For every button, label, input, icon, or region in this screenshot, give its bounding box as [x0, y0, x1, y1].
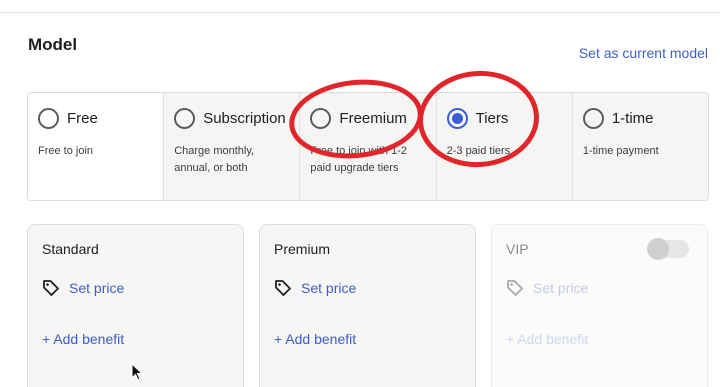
option-description: Free to join with 1-2 paid upgrade tiers [310, 145, 408, 174]
radio-freemium[interactable] [310, 107, 332, 129]
option-label: 1-time [611, 109, 654, 127]
model-options-group: Free Free to join Subscription Charge mo… [27, 92, 709, 201]
section-title: Model [28, 35, 78, 54]
radio-tiers[interactable] [446, 107, 468, 129]
radio-1-time[interactable] [582, 107, 604, 129]
add-benefit-link[interactable]: + Add benefit [274, 331, 461, 347]
tier-name: Premium [274, 241, 331, 257]
option-description: 1-time payment [582, 145, 659, 157]
toggle-knob [647, 238, 669, 260]
model-option-1-time[interactable]: 1-time 1-time payment [572, 93, 708, 200]
tier-name: Standard [42, 241, 99, 257]
option-label: Free [67, 109, 98, 127]
price-tag-icon [43, 280, 59, 296]
add-benefit-link[interactable]: + Add benefit [506, 331, 693, 347]
option-label: Tiers [475, 109, 509, 127]
price-tag-icon [507, 280, 523, 296]
add-benefit-link[interactable]: + Add benefit [42, 331, 229, 347]
option-label: Freemium [339, 109, 407, 127]
set-price-link[interactable]: Set price [301, 280, 356, 296]
option-description: Free to join [38, 145, 94, 157]
radio-free[interactable] [38, 107, 59, 129]
tier-card-vip: VIP Set price + Add benefit [491, 224, 708, 387]
model-option-tiers[interactable]: Tiers 2-3 paid tiers [436, 93, 573, 200]
option-description: Charge monthly, annual, or both [174, 145, 255, 174]
set-as-current-model-link[interactable]: Set as current model [579, 45, 708, 61]
price-tag-icon [275, 280, 291, 296]
top-divider [0, 12, 720, 13]
model-option-freemium[interactable]: Freemium Free to join with 1-2 paid upgr… [300, 93, 437, 200]
option-label: Subscription [203, 109, 286, 127]
tier-card-premium: Premium Set price + Add benefit [259, 224, 476, 387]
model-option-subscription[interactable]: Subscription Charge monthly, annual, or … [164, 93, 301, 200]
radio-subscription[interactable] [174, 107, 196, 129]
mouse-pointer-icon [131, 363, 143, 381]
model-option-free[interactable]: Free Free to join [28, 93, 165, 200]
vip-enable-toggle[interactable] [647, 238, 689, 260]
set-price-link[interactable]: Set price [69, 280, 124, 296]
set-price-link[interactable]: Set price [533, 280, 588, 296]
option-description: 2-3 paid tiers [446, 145, 511, 157]
